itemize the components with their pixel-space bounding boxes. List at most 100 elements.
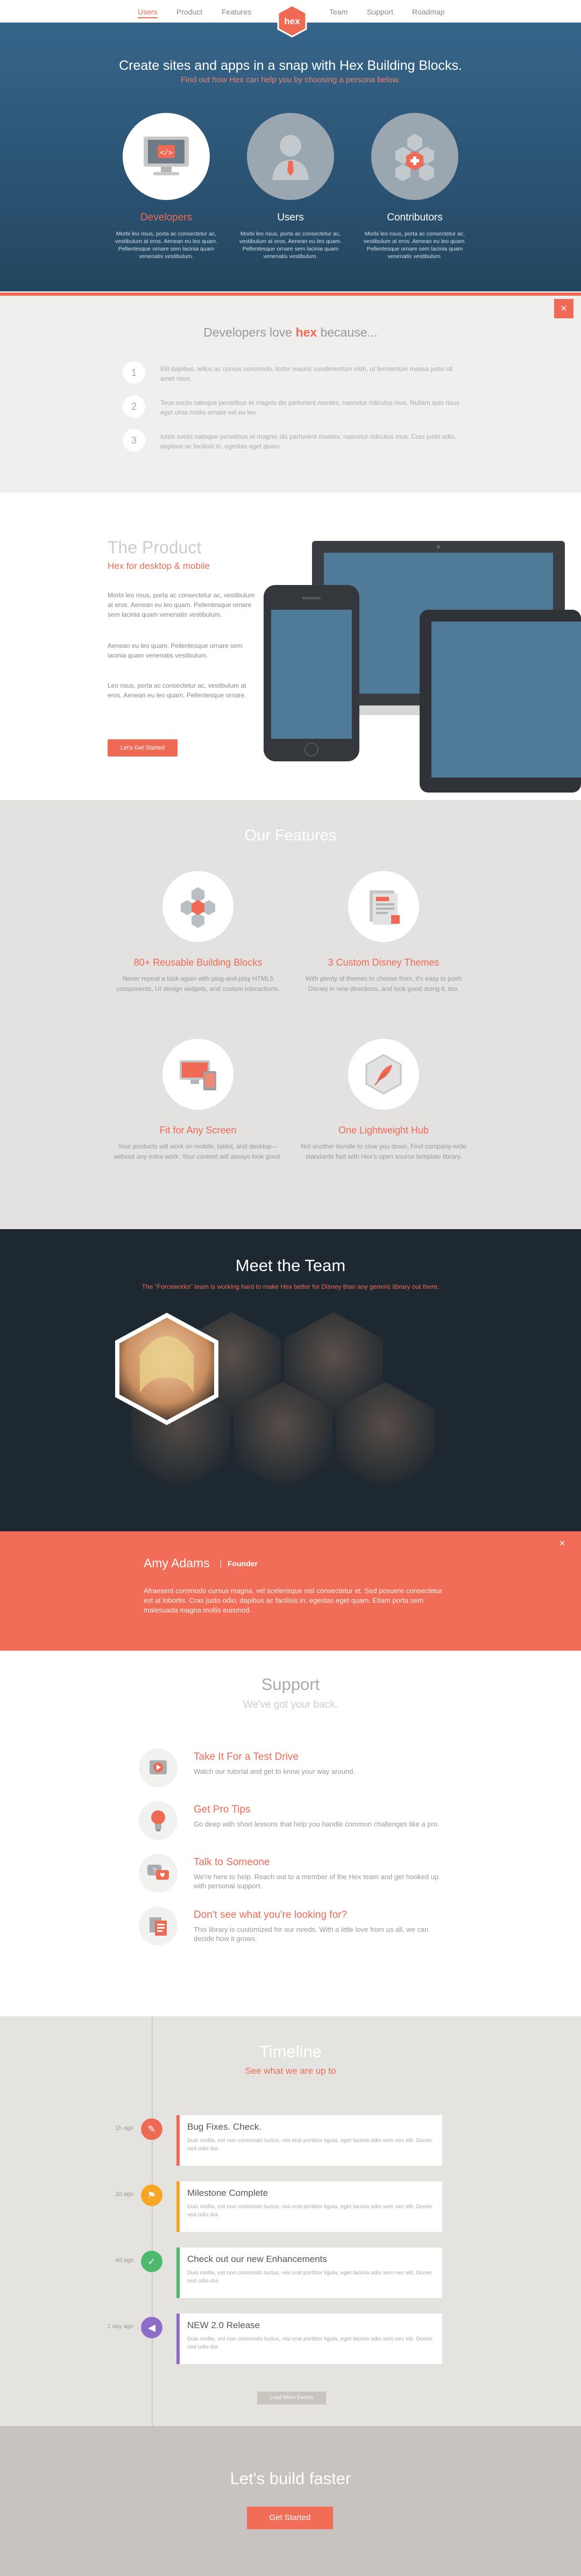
member-name: Amy Adams	[144, 1556, 210, 1570]
features-section	[0, 800, 581, 1229]
themes-icon	[348, 871, 419, 942]
member-role: Founder	[221, 1559, 258, 1568]
feature-card: 80+ Reusable Building Blocks Never repea…	[112, 871, 284, 994]
hex-plus-icon	[371, 113, 458, 200]
close-icon[interactable]: ×	[559, 1538, 565, 1549]
lightbulb-icon	[139, 1801, 178, 1840]
feather-hex-icon	[348, 1039, 419, 1110]
product-title: The Product	[108, 538, 202, 557]
timeline-subtitle: See what we are up to	[245, 2066, 336, 2076]
blocks-icon	[162, 871, 233, 942]
play-icon	[139, 1749, 178, 1787]
timeline-date: 2d ago	[115, 2191, 133, 2197]
timeline-date: 1h ago	[115, 2125, 133, 2131]
product-paragraph: Leo risus, porta ac consectetur ac, vest…	[108, 682, 246, 699]
persona-desc: Morbi leo risus, porta ac consectetur ac…	[239, 231, 342, 260]
timeline-title: Timeline	[259, 2042, 322, 2061]
wrench-icon: ✎	[141, 2118, 162, 2140]
reason-number: 2	[123, 395, 145, 418]
support-item-title: Talk to Someone	[194, 1857, 270, 1868]
user-icon	[247, 113, 334, 200]
persona-users[interactable]: Users Morbi leo risus, porta ac consecte…	[237, 113, 344, 260]
timeline-date: 4d ago	[115, 2257, 133, 2264]
nav-features[interactable]: Features	[222, 8, 251, 16]
devices-icon	[162, 1039, 233, 1110]
timeline-card[interactable]: Bug Fixes. Check. Duis mollis, est non c…	[176, 2115, 442, 2166]
support-item[interactable]: Take It For a Test Drive Watch our tutor…	[139, 1749, 462, 1792]
nav-users[interactable]: Users	[138, 8, 158, 18]
documents-icon	[139, 1907, 178, 1945]
support-item[interactable]: Don't see what you're looking for? This …	[139, 1907, 462, 1950]
feature-title: One Lightweight Hub	[338, 1125, 429, 1136]
timeline-card-title: Check out our new Enhancements	[187, 2254, 327, 2264]
support-item-title: Get Pro Tips	[194, 1804, 251, 1815]
cta-section	[0, 2426, 581, 2576]
product-paragraph: Aenean eu leo quam. Pellentesque ornare …	[108, 642, 243, 659]
support-item-desc: Go deep with short lessons that help you…	[194, 1820, 440, 1828]
product-subtitle: Hex for desktop & mobile	[108, 561, 210, 571]
flag-icon: ⚑	[141, 2185, 162, 2206]
timeline-card-title: Bug Fixes. Check.	[187, 2122, 261, 2132]
get-started-button[interactable]: Let's Get Started	[108, 739, 178, 757]
support-item-desc: This library is customized for our needs…	[194, 1925, 429, 1943]
hero-subtitle: Find out how Hex can help you by choosin…	[181, 75, 400, 84]
product-paragraph: Morbi leo risus, porta ac consectetur ac…	[108, 591, 255, 618]
get-started-button[interactable]: Get Started	[247, 2507, 333, 2529]
load-more-button[interactable]: Load More Events	[257, 2392, 326, 2404]
persona-contributors[interactable]: Contributors Morbi leo risus, porta ac c…	[361, 113, 469, 260]
monitor-code-icon: </>	[123, 113, 210, 200]
feature-title: 3 Custom Disney Themes	[328, 957, 440, 968]
timeline-card[interactable]: NEW 2.0 Release Duis mollis, est non com…	[176, 2314, 442, 2364]
devices-illustration	[264, 541, 581, 793]
timeline-card[interactable]: Milestone Complete Duis mollis, est non …	[176, 2181, 442, 2232]
svg-text:?: ?	[152, 1866, 156, 1874]
support-subtitle: We've got your back.	[243, 1699, 338, 1710]
team-title: Meet the Team	[235, 1256, 346, 1275]
team-subtitle: The "Forceworks" team is working hard to…	[141, 1283, 440, 1290]
nav-support[interactable]: Support	[367, 8, 393, 16]
timeline-card-title: NEW 2.0 Release	[187, 2320, 260, 2330]
timeline-axis	[152, 2016, 153, 2426]
timeline-date: 1 day ago	[107, 2323, 133, 2330]
features-title: Our Features	[244, 827, 337, 844]
persona-label: Developers	[140, 212, 193, 223]
feature-desc: Your products will work on mobile, table…	[114, 1143, 282, 1160]
chat-icon: ? ♥	[139, 1854, 178, 1893]
support-item[interactable]: ? ♥ Talk to Someone We're here to help. R…	[139, 1854, 462, 1897]
persona-desc: Morbi leo risus, porta ac consectetur ac…	[363, 231, 466, 260]
hero-title: Create sites and apps in a snap with Hex…	[119, 58, 462, 73]
support-item[interactable]: Get Pro Tips Go deep with short lessons …	[139, 1801, 462, 1844]
timeline-card[interactable]: Check out our new Enhancements Duis moll…	[176, 2247, 442, 2298]
feature-desc: Not another bundle to slow you down. Fin…	[300, 1143, 467, 1160]
reason-text: Teus sociis natoque penatibus et magnis …	[160, 399, 459, 416]
persona-developers[interactable]: </> Developers Morbi leo risus, porta ac…	[112, 113, 220, 260]
feature-card: 3 Custom Disney Themes With plenty of th…	[297, 871, 470, 994]
feature-card: Fit for Any Screen Your products will wo…	[112, 1039, 284, 1162]
check-icon: ✓	[141, 2251, 162, 2272]
timeline-card-desc: Duis mollis, est non commodo luctus, nis…	[187, 2270, 433, 2284]
persona-desc: Morbi leo risus, porta ac consectetur ac…	[115, 231, 218, 260]
persona-label: Contributors	[387, 212, 443, 223]
member-bio: Afraesent commodo cursus magna, vel scel…	[144, 1587, 442, 1614]
feature-desc: With plenty of themes to choose from, it…	[305, 975, 462, 993]
feature-title: Fit for Any Screen	[159, 1125, 237, 1136]
persona-label: Users	[277, 212, 304, 223]
nav-roadmap[interactable]: Roadmap	[412, 8, 445, 16]
timeline-card-desc: Duis mollis, est non commodo luctus, nis…	[187, 2203, 433, 2218]
svg-text:</>: </>	[160, 149, 173, 157]
megaphone-icon: ◀	[141, 2317, 162, 2338]
feature-card: One Lightweight Hub Not another bundle t…	[297, 1039, 470, 1162]
hex-logo[interactable]: hex	[277, 4, 307, 38]
support-item-title: Take It For a Test Drive	[194, 1751, 299, 1762]
reason-item: 2 Teus sociis natoque penatibus et magni…	[123, 395, 467, 420]
close-button[interactable]: ×	[554, 299, 573, 318]
feature-title: 80+ Reusable Building Blocks	[133, 957, 263, 968]
nav-product[interactable]: Product	[176, 8, 202, 16]
team-hex-grid	[115, 1312, 435, 1489]
nav-team[interactable]: Team	[329, 8, 348, 16]
reason-text: Elit dapibus, tellus ac cursus commodo, …	[160, 365, 452, 382]
support-item-title: Don't see what you're looking for?	[194, 1909, 348, 1921]
reasons-title: Developers love hex because...	[203, 325, 378, 339]
reason-text: Iuisis sociis natoque penatibus et magni…	[160, 433, 456, 450]
reason-item: 1 Elit dapibus, tellus ac cursus commodo…	[123, 361, 467, 386]
